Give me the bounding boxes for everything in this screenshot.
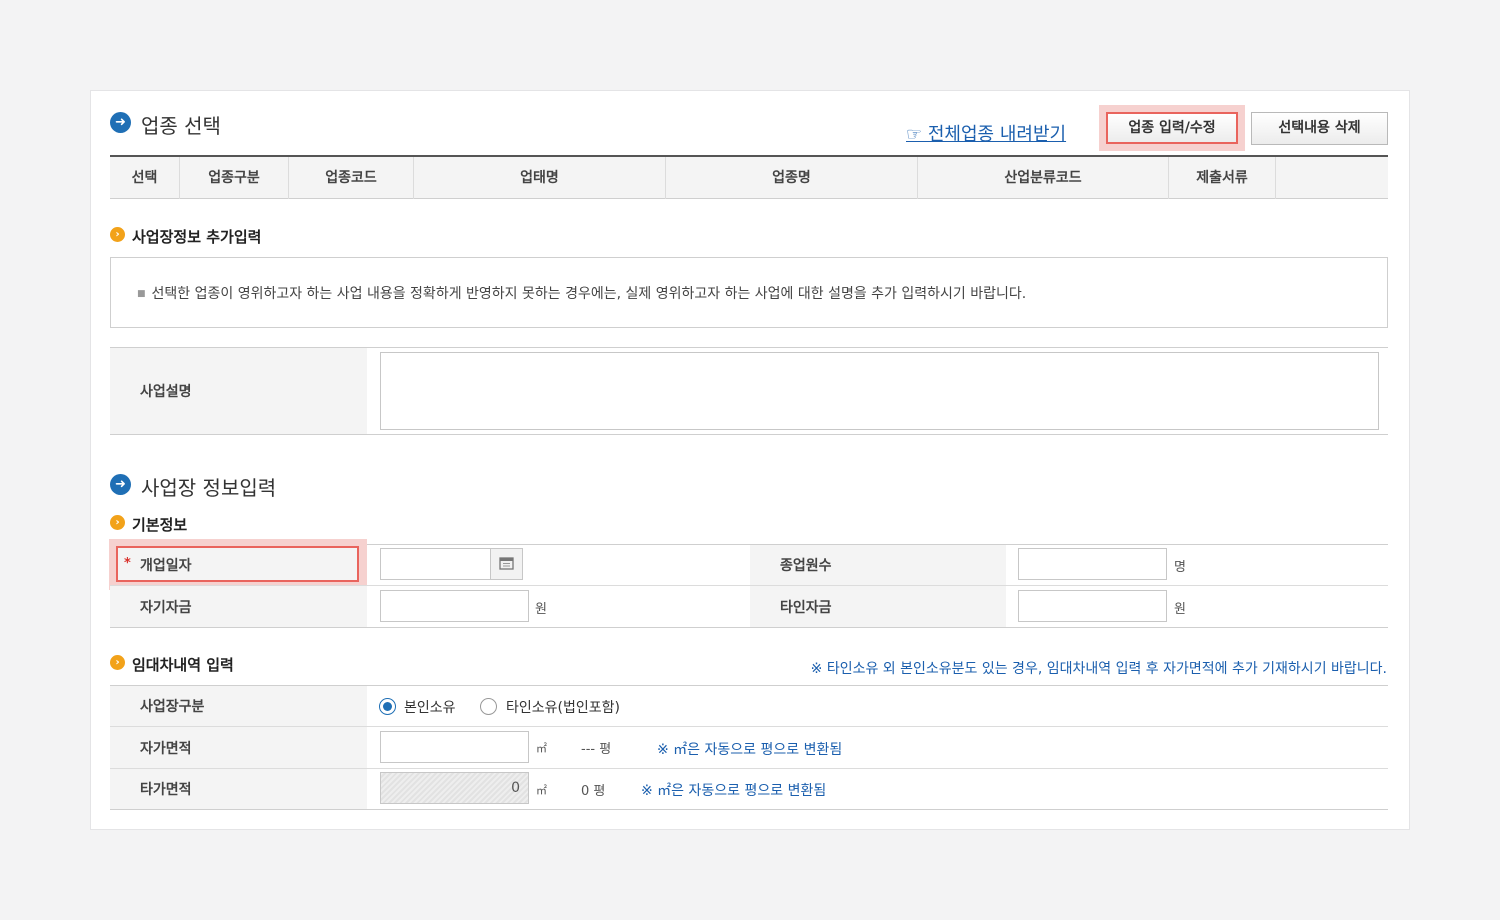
download-all-industries-link[interactable]: ☞ 전체업종 내려받기 [906, 120, 1066, 146]
employees-label: 종업원수 [750, 545, 1006, 585]
other-fund-unit: 원 [1174, 602, 1186, 617]
own-fund-unit: 원 [535, 602, 547, 617]
own-area-input[interactable] [380, 731, 529, 763]
own-area-unit: ㎡ [536, 742, 547, 755]
business-desc-textarea[interactable] [380, 352, 1379, 430]
other-area-input: 0 [380, 772, 529, 804]
divider [110, 809, 1388, 810]
extra-info-title: 사업장정보 추가입력 [132, 228, 262, 246]
divider [110, 627, 1388, 628]
industry-edit-button[interactable]: 업종 입력/수정 [1106, 112, 1238, 144]
other-area-unit: ㎡ [536, 784, 547, 797]
chevron-circle-icon: › [110, 227, 125, 242]
open-date-label: 개업일자 [140, 558, 192, 574]
divider [110, 434, 1388, 435]
chevron-circle-icon: › [110, 515, 125, 530]
col-industry-type: 업종구분 [180, 157, 289, 199]
other-fund-input[interactable] [1018, 590, 1167, 622]
radio-other-label[interactable]: 타인소유(법인포함) [506, 697, 620, 717]
own-area-label: 자가면적 [110, 727, 367, 768]
calendar-icon [499, 557, 514, 570]
arrow-circle-icon: ➜ [110, 112, 131, 133]
required-mark: * [124, 556, 131, 571]
other-fund-label: 타인자금 [750, 586, 1006, 627]
radio-own-label[interactable]: 본인소유 [404, 697, 456, 717]
employees-input[interactable] [1018, 548, 1167, 580]
delete-selection-button[interactable]: 선택내용 삭제 [1251, 112, 1388, 145]
own-fund-label: 자기자금 [110, 586, 367, 627]
industry-table-header: 선택 업종구분 업종코드 업태명 업종명 산업분류코드 제출서류 [110, 155, 1388, 199]
lease-title: 임대차내역 입력 [132, 656, 234, 674]
section-title-workplace: 사업장 정보입력 [141, 476, 277, 500]
own-area-convert-note: ※ ㎡은 자동으로 평으로 변환됨 [657, 742, 843, 758]
extra-info-note-box: ■ 선택한 업종이 영위하고자 하는 사업 내용을 정확하게 반영하지 못하는 경… [110, 257, 1388, 328]
col-industry-code: 업종코드 [289, 157, 414, 199]
lease-note: ※ 타인소유 외 본인소유분도 있는 경우, 임대차내역 입력 후 자가면적에 … [810, 661, 1387, 677]
other-area-pyeong: 0 평 [581, 784, 606, 799]
calendar-button[interactable] [490, 548, 523, 580]
extra-info-note: ■ 선택한 업종이 영위하고자 하는 사업 내용을 정확하게 반영하지 못하는 경… [137, 283, 1026, 303]
col-select: 선택 [110, 157, 180, 199]
other-area-convert-note: ※ ㎡은 자동으로 평으로 변환됨 [641, 783, 827, 799]
col-documents: 제출서류 [1169, 157, 1276, 199]
col-industry-name: 업종명 [666, 157, 918, 199]
arrow-circle-icon: ➜ [110, 474, 131, 495]
place-type-label: 사업장구분 [110, 686, 367, 726]
open-date-input[interactable] [380, 548, 491, 580]
own-area-pyeong: --- 평 [581, 742, 612, 757]
col-business-type: 업태명 [414, 157, 666, 199]
extra-info-note-text: 선택한 업종이 영위하고자 하는 사업 내용을 정확하게 반영하지 못하는 경우… [151, 286, 1027, 302]
basic-info-title: 기본정보 [132, 516, 188, 534]
employees-unit: 명 [1174, 560, 1186, 575]
radio-own[interactable] [379, 698, 396, 715]
own-fund-input[interactable] [380, 590, 529, 622]
other-area-label: 타가면적 [110, 769, 367, 809]
radio-other[interactable] [480, 698, 497, 715]
col-classification-code: 산업분류코드 [918, 157, 1169, 199]
chevron-circle-icon: › [110, 655, 125, 670]
bullet-icon: ■ [137, 289, 146, 299]
section-title-industry: 업종 선택 [141, 114, 221, 138]
business-desc-label: 사업설명 [110, 348, 367, 434]
